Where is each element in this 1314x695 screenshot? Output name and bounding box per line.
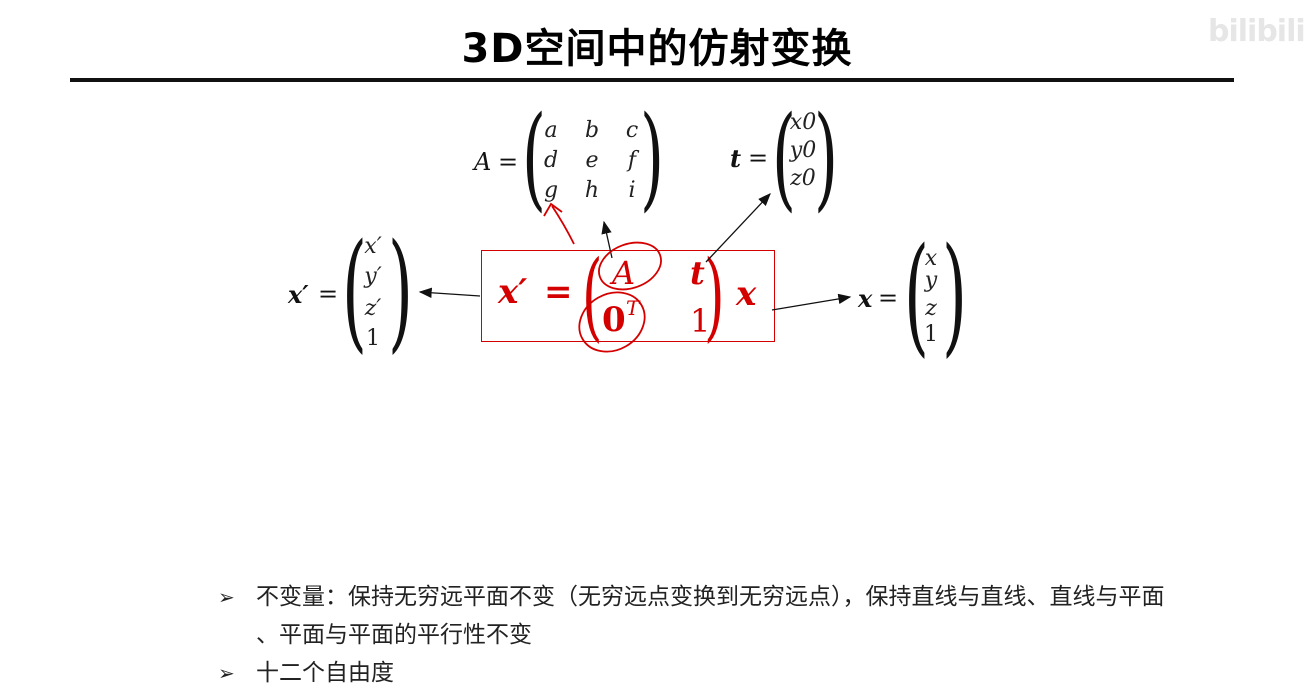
bullet-item-dof: ➢ 十二个自由度 xyxy=(218,654,1165,692)
arrow-to-x xyxy=(771,293,852,311)
bullet-item-continuation: 、平面与平面的平行性不变 xyxy=(218,616,1165,654)
bullet-text: 十二个自由度 xyxy=(256,660,394,686)
bullet-text: 不变量：保持无穷远平面不变（无穷远点变换到无穷远点），保持直线与直线、直线与平面 xyxy=(256,584,1165,610)
red-arrowhead-g xyxy=(543,202,563,217)
bullet-arrow-icon: ➢ xyxy=(218,585,235,609)
red-circle-zeroT xyxy=(578,291,646,353)
red-circle-A xyxy=(598,241,662,291)
arrow-to-vector-t xyxy=(705,193,771,263)
bullet-list: ➢ 不变量：保持无穷远平面不变（无穷远点变换到无穷远点），保持直线与直线、直线与… xyxy=(218,578,1165,692)
bullet-text-continuation: 、平面与平面的平行性不变 xyxy=(256,622,532,648)
bullet-arrow-icon: ➢ xyxy=(218,661,235,685)
red-arrow-to-g xyxy=(551,205,575,245)
bullet-item-invariants: ➢ 不变量：保持无穷远平面不变（无穷远点变换到无穷远点），保持直线与直线、直线与… xyxy=(218,578,1165,616)
arrow-to-xprime xyxy=(418,287,481,298)
